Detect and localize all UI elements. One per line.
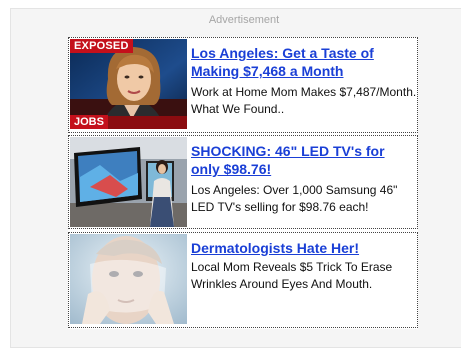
ad-thumbnail-tv-showroom[interactable] [70,137,187,227]
ad-description: Local Mom Reveals $5 Trick To Erase Wrin… [191,260,393,291]
face-mask-image [70,234,187,324]
advertisement-label: Advertisement [208,14,280,26]
ad-item[interactable]: EXPOSED JOBS Los Angeles: Get a Taste of… [68,37,418,133]
ad-title-link[interactable]: SHOCKING: 46" LED TV's for only $98.76! [191,142,415,178]
ad-title-link[interactable]: Dermatologists Hate Her! [191,239,415,257]
ad-item[interactable]: Dermatologists Hate Her! Local Mom Revea… [68,232,418,328]
ad-thumbnail-face-mask[interactable] [70,234,187,324]
ad-description: Los Angeles: Over 1,000 Samsung 46" LED … [191,183,398,214]
ad-unit: EXPOSED JOBS Los Angeles: Get a Taste of… [68,37,418,329]
jobs-badge: JOBS [70,115,108,129]
ad-description: Work at Home Mom Makes $7,487/Month. Wha… [191,85,417,116]
ad-title-link[interactable]: Los Angeles: Get a Taste of Making $7,46… [191,44,415,80]
tv-showroom-image [70,137,187,227]
exposed-badge: EXPOSED [70,39,133,53]
ad-thumbnail-news-anchor[interactable]: EXPOSED JOBS [70,39,187,129]
ad-item[interactable]: SHOCKING: 46" LED TV's for only $98.76! … [68,135,418,229]
